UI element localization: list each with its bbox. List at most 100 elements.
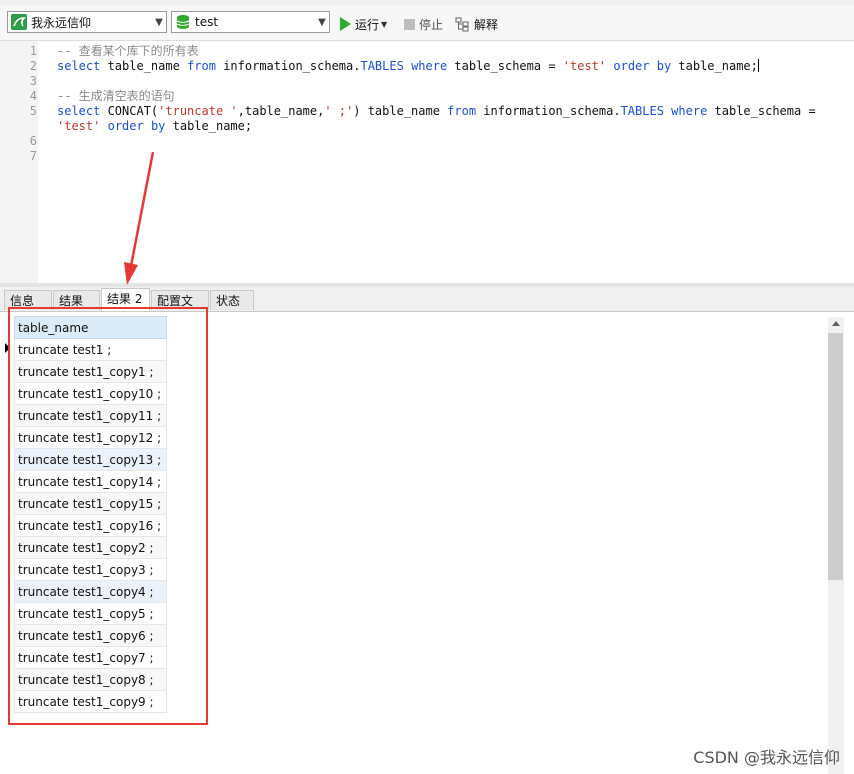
explain-button[interactable]: 解释: [455, 15, 498, 33]
sql-keyword: select: [57, 104, 101, 118]
tab-1[interactable]: 信息: [4, 290, 52, 310]
current-row-marker-icon: [5, 343, 10, 353]
cell-table-name[interactable]: truncate test1_copy8 ;: [14, 668, 167, 691]
table-row[interactable]: truncate test1_copy4 ;: [14, 580, 167, 603]
table-row[interactable]: truncate test1 ;: [14, 338, 167, 361]
sql-keyword: from: [447, 104, 477, 118]
sql-token: ,table_name,: [237, 104, 325, 118]
sql-keyword: order: [613, 59, 650, 73]
stop-button[interactable]: 停止: [404, 15, 443, 33]
cell-table-name[interactable]: truncate test1_copy6 ;: [14, 624, 167, 647]
table-row[interactable]: truncate test1_copy10 ;: [14, 382, 167, 405]
play-icon: [340, 17, 351, 31]
connection-select[interactable]: 我永远信仰 ▼: [7, 11, 167, 33]
cell-table-name[interactable]: truncate test1_copy1 ;: [14, 360, 167, 383]
chevron-down-icon[interactable]: ▼: [315, 17, 329, 28]
code-line[interactable]: 6: [0, 134, 854, 149]
sql-editor[interactable]: 1 -- 查看某个库下的所有表 2 select table_name from in…: [0, 41, 854, 285]
mysql-connection-icon: [11, 14, 27, 30]
table-row[interactable]: truncate test1_copy16 ;: [14, 514, 167, 537]
table-row[interactable]: truncate test1_copy3 ;: [14, 558, 167, 581]
code-line[interactable]: 1 -- 查看某个库下的所有表: [0, 44, 854, 59]
sql-token: table_name: [100, 59, 188, 73]
table-row[interactable]: truncate test1_copy12 ;: [14, 426, 167, 449]
result-grid: table_name truncate test1 ; truncate test…: [14, 316, 167, 713]
code-line[interactable]: 5 select CONCAT('truncate ',table_name,' …: [0, 104, 854, 119]
sql-token: CONCAT(: [100, 104, 159, 118]
cell-table-name[interactable]: truncate test1_copy3 ;: [14, 558, 167, 581]
tab-2[interactable]: 结果 1: [53, 290, 100, 328]
run-dropdown-arrow-icon[interactable]: ▼: [381, 20, 387, 29]
table-row[interactable]: truncate test1_copy13 ;: [14, 448, 167, 471]
code-line[interactable]: 3: [0, 74, 854, 89]
sql-keyword: from: [187, 59, 216, 73]
code-text: -- 生成清空表的语句: [57, 89, 175, 104]
sql-comment: -- 生成清空表的语句: [57, 89, 175, 103]
database-select[interactable]: test ▼: [171, 11, 330, 33]
stop-icon: [404, 18, 415, 30]
sql-keyword: TABLES: [360, 59, 404, 73]
cell-table-name[interactable]: truncate test1 ;: [14, 338, 167, 361]
sql-token: table_name;: [671, 59, 758, 73]
line-number: 5: [29, 104, 37, 118]
table-row[interactable]: truncate test1_copy14 ;: [14, 470, 167, 493]
sql-keyword: TABLES: [620, 104, 664, 118]
cell-table-name[interactable]: truncate test1_copy7 ;: [14, 646, 167, 669]
cell-table-name[interactable]: truncate test1_copy16 ;: [14, 514, 167, 537]
sql-token: information_schema.: [215, 59, 361, 73]
cell-table-name[interactable]: truncate test1_copy2 ;: [14, 536, 167, 559]
sql-keyword: where: [671, 104, 708, 118]
sql-keyword: order: [107, 119, 144, 133]
cell-table-name[interactable]: truncate test1_copy12 ;: [14, 426, 167, 449]
cell-table-name[interactable]: truncate test1_copy9 ;: [14, 690, 167, 713]
code-line[interactable]: 2 select table_name from information_sche…: [0, 59, 854, 74]
sql-token: ) table_name: [353, 104, 448, 118]
tab-4[interactable]: 配置文件: [151, 290, 209, 328]
code-text: -- 查看某个库下的所有表: [57, 44, 199, 59]
line-number: 7: [29, 149, 37, 163]
code-line[interactable]: 4 -- 生成清空表的语句: [0, 89, 854, 104]
line-number: 4: [29, 89, 37, 103]
line-number: 6: [29, 134, 37, 148]
tab-3[interactable]: 结果 2: [101, 288, 150, 311]
sql-keyword: by: [150, 119, 166, 133]
vertical-scrollbar[interactable]: [828, 317, 844, 774]
cell-table-name[interactable]: truncate test1_copy11 ;: [14, 404, 167, 427]
table-row[interactable]: truncate test1_copy11 ;: [14, 404, 167, 427]
table-row[interactable]: truncate test1_copy15 ;: [14, 492, 167, 515]
table-row[interactable]: truncate test1_copy9 ;: [14, 690, 167, 713]
explain-button-label: 解释: [474, 17, 499, 32]
code-line[interactable]: 7: [0, 149, 854, 164]
sql-string: 'test': [562, 59, 607, 73]
scroll-up-arrow-icon[interactable]: [832, 321, 840, 326]
table-row[interactable]: truncate test1_copy2 ;: [14, 536, 167, 559]
cell-table-name[interactable]: truncate test1_copy5 ;: [14, 602, 167, 625]
table-row[interactable]: truncate test1_copy8 ;: [14, 668, 167, 691]
code-text: 'test' order by table_name;: [57, 119, 252, 134]
run-button[interactable]: 运行 ▼: [340, 15, 387, 33]
cell-table-name[interactable]: truncate test1_copy10 ;: [14, 382, 167, 405]
table-row[interactable]: truncate test1_copy1 ;: [14, 360, 167, 383]
scrollbar-thumb[interactable]: [828, 333, 843, 580]
chevron-down-icon[interactable]: ▼: [152, 17, 166, 28]
cell-table-name[interactable]: truncate test1_copy14 ;: [14, 470, 167, 493]
sql-string: ' ;': [324, 104, 354, 118]
table-row[interactable]: truncate test1_copy6 ;: [14, 624, 167, 647]
code-text: select table_name from information_schem…: [57, 59, 759, 74]
column-header-table-name[interactable]: table_name: [14, 316, 167, 339]
text-caret: [757, 59, 759, 72]
cell-table-name[interactable]: truncate test1_copy15 ;: [14, 492, 167, 515]
sql-keyword: by: [656, 59, 672, 73]
run-button-label: 运行: [355, 17, 380, 32]
code-line[interactable]: 'test' order by table_name;: [0, 119, 854, 134]
table-row[interactable]: truncate test1_copy5 ;: [14, 602, 167, 625]
line-number: 3: [29, 74, 37, 88]
sql-string: 'truncate ': [158, 104, 238, 118]
cell-table-name[interactable]: truncate test1_copy13 ;: [14, 448, 167, 471]
tab-5[interactable]: 状态: [210, 290, 254, 310]
cell-table-name[interactable]: truncate test1_copy4 ;: [14, 580, 167, 603]
stop-button-label: 停止: [419, 17, 444, 32]
table-row[interactable]: truncate test1_copy7 ;: [14, 646, 167, 669]
